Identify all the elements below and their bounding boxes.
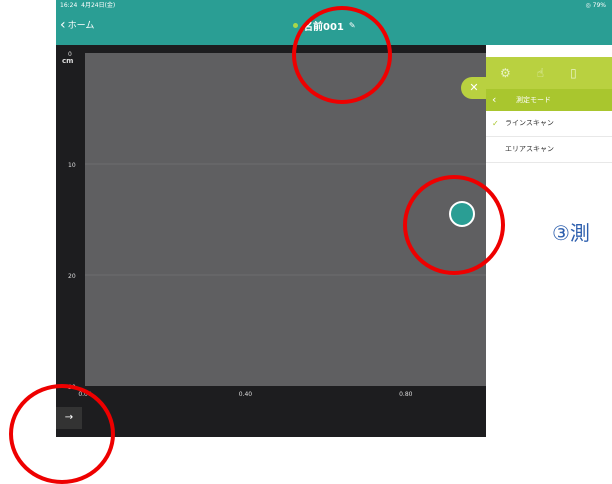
annotation-circle — [9, 384, 115, 484]
status-dot — [293, 23, 298, 28]
status-time: 16:24 4月24日(金) — [60, 2, 116, 9]
mode-item-area-scan[interactable]: エリアスキャン — [486, 137, 612, 163]
sidebar-icon[interactable]: ▯ — [570, 66, 577, 80]
check-icon: ✓ — [492, 119, 499, 128]
touch-icon[interactable]: ☝ — [537, 66, 544, 80]
chevron-left-icon[interactable]: ‹ — [492, 89, 496, 111]
x-tick-label: 0.80 — [399, 391, 413, 398]
panel-header-title: 測定モード — [516, 96, 551, 104]
y-axis-unit: cm — [62, 57, 73, 65]
panel-toolbar: ⚙ ☝ ▯ — [486, 57, 612, 89]
back-button[interactable]: ‹ ホーム — [60, 16, 95, 33]
x-tick-label: 0.40 — [239, 391, 253, 398]
mode-label: ラインスキャン — [505, 119, 554, 127]
y-tick-label: 20 — [68, 273, 76, 280]
mode-label: エリアスキャン — [505, 145, 554, 153]
mode-item-line-scan[interactable]: ✓ ラインスキャン — [486, 111, 612, 137]
back-label: ホーム — [67, 21, 95, 31]
annotation-circle — [403, 175, 505, 275]
side-panel: ✕ ⚙ ☝ ▯ ‹ 測定モード ✓ ラインスキャン エリアスキャン ③測 — [461, 45, 612, 437]
settings-icon[interactable]: ⚙ — [500, 66, 511, 80]
instruction-text: ③測 — [552, 221, 590, 245]
close-panel-button[interactable]: ✕ — [461, 77, 487, 99]
chevron-left-icon: ‹ — [60, 16, 66, 33]
y-tick-label: 10 — [68, 162, 76, 169]
panel-header: ‹ 測定モード — [486, 89, 612, 111]
annotation-circle — [292, 6, 392, 104]
battery-indicator: ◎ 79% — [585, 2, 606, 9]
